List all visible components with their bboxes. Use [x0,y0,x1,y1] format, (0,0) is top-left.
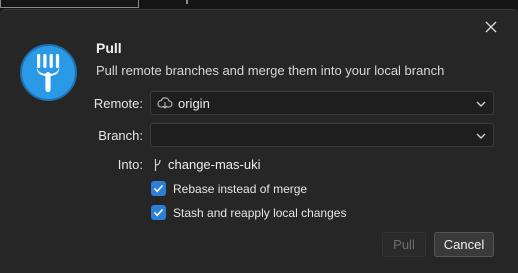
dialog-subtitle: Pull remote branches and merge them into… [96,63,445,78]
checkmark-icon [153,208,164,217]
cancel-button[interactable]: Cancel [434,232,494,257]
stash-label: Stash and reapply local changes [173,205,347,220]
pull-dialog: Pull Pull remote branches and merge them… [0,9,518,273]
close-button[interactable] [480,16,502,38]
branch-icon [154,158,161,171]
remote-label: Remote: [93,96,143,111]
stash-option[interactable]: Stash and reapply local changes [151,205,346,220]
pull-button[interactable]: Pull [382,232,426,257]
cloud-icon [157,97,173,109]
rebase-option[interactable]: Rebase instead of merge [151,181,307,196]
remote-value: origin [178,95,210,111]
background-mark [186,0,188,4]
into-branch: change-mas-uki [153,157,261,172]
background-tab [0,0,139,8]
chevron-down-icon [476,101,486,107]
into-label: Into: [117,157,143,172]
background-window-strip [0,0,518,9]
branch-select[interactable] [150,123,494,147]
close-icon [485,21,497,33]
rebase-label: Rebase instead of merge [173,181,308,196]
branch-label: Branch: [98,128,143,143]
checkmark-icon [153,184,164,193]
dialog-title: Pull [96,40,122,56]
chevron-down-icon [476,133,486,139]
remote-select[interactable]: origin [150,91,494,115]
into-branch-name: change-mas-uki [168,157,261,172]
fork-logo-icon [20,44,77,101]
rebase-checkbox[interactable] [151,181,166,196]
stash-checkbox[interactable] [151,205,166,220]
